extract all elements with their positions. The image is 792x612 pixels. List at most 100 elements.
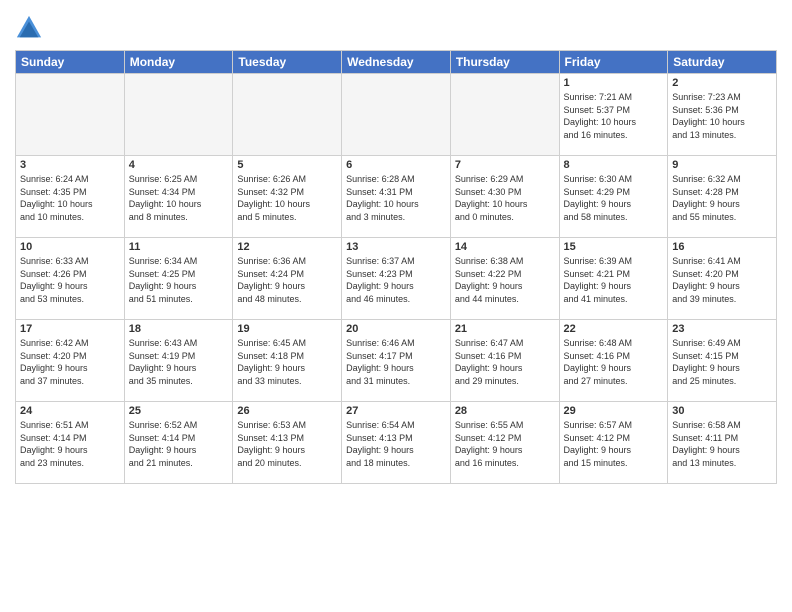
- day-info: Sunrise: 6:41 AMSunset: 4:20 PMDaylight:…: [672, 255, 772, 305]
- day-info: Sunrise: 6:34 AMSunset: 4:25 PMDaylight:…: [129, 255, 229, 305]
- day-info: Sunrise: 6:25 AMSunset: 4:34 PMDaylight:…: [129, 173, 229, 223]
- day-number: 16: [672, 241, 772, 253]
- calendar-cell: 23 Sunrise: 6:49 AMSunset: 4:15 PMDayligh…: [668, 320, 777, 402]
- day-info: Sunrise: 6:57 AMSunset: 4:12 PMDaylight:…: [564, 419, 664, 469]
- calendar-cell: 15 Sunrise: 6:39 AMSunset: 4:21 PMDayligh…: [559, 238, 668, 320]
- calendar-cell: 28Sunrise: 6:55 AMSunset: 4:12 PMDayligh…: [450, 402, 559, 484]
- calendar-cell: 24 Sunrise: 6:51 AMSunset: 4:14 PMDayligh…: [16, 402, 125, 484]
- calendar-cell: 8 Sunrise: 6:30 AMSunset: 4:29 PMDaylight…: [559, 156, 668, 238]
- day-number: 23: [672, 323, 772, 335]
- calendar-cell: 13 Sunrise: 6:37 AMSunset: 4:23 PMDayligh…: [342, 238, 451, 320]
- day-info: Sunrise: 6:54 AMSunset: 4:13 PMDaylight:…: [346, 419, 446, 469]
- day-info: Sunrise: 6:26 AMSunset: 4:32 PMDaylight:…: [237, 173, 337, 223]
- day-number: 5: [237, 159, 337, 171]
- day-number: 3: [20, 159, 120, 171]
- calendar: SundayMondayTuesdayWednesdayThursdayFrid…: [15, 50, 777, 484]
- calendar-cell: 14 Sunrise: 6:38 AMSunset: 4:22 PMDayligh…: [450, 238, 559, 320]
- calendar-week-4: 24 Sunrise: 6:51 AMSunset: 4:14 PMDayligh…: [16, 402, 777, 484]
- day-number: 25: [129, 405, 229, 417]
- calendar-header-row: SundayMondayTuesdayWednesdayThursdayFrid…: [16, 51, 777, 74]
- calendar-cell: 11 Sunrise: 6:34 AMSunset: 4:25 PMDayligh…: [124, 238, 233, 320]
- calendar-cell: 16 Sunrise: 6:41 AMSunset: 4:20 PMDayligh…: [668, 238, 777, 320]
- calendar-header-friday: Friday: [559, 51, 668, 74]
- calendar-cell: [124, 74, 233, 156]
- day-info: Sunrise: 6:30 AMSunset: 4:29 PMDaylight:…: [564, 173, 664, 223]
- page: SundayMondayTuesdayWednesdayThursdayFrid…: [0, 0, 792, 612]
- day-number: 11: [129, 241, 229, 253]
- calendar-cell: 10Sunrise: 6:33 AMSunset: 4:26 PMDayligh…: [16, 238, 125, 320]
- day-info: Sunrise: 6:33 AMSunset: 4:26 PMDaylight:…: [20, 255, 120, 305]
- calendar-header-monday: Monday: [124, 51, 233, 74]
- calendar-cell: [450, 74, 559, 156]
- day-number: 26: [237, 405, 337, 417]
- day-info: Sunrise: 6:46 AMSunset: 4:17 PMDaylight:…: [346, 337, 446, 387]
- day-number: 14: [455, 241, 555, 253]
- day-number: 2: [672, 77, 772, 89]
- day-number: 21: [455, 323, 555, 335]
- calendar-cell: 22 Sunrise: 6:48 AMSunset: 4:16 PMDayligh…: [559, 320, 668, 402]
- calendar-cell: 17 Sunrise: 6:42 AMSunset: 4:20 PMDayligh…: [16, 320, 125, 402]
- day-number: 17: [20, 323, 120, 335]
- calendar-header-saturday: Saturday: [668, 51, 777, 74]
- day-number: 13: [346, 241, 446, 253]
- day-info: Sunrise: 6:49 AMSunset: 4:15 PMDaylight:…: [672, 337, 772, 387]
- day-info: Sunrise: 6:43 AMSunset: 4:19 PMDaylight:…: [129, 337, 229, 387]
- day-info: Sunrise: 6:58 AMSunset: 4:11 PMDaylight:…: [672, 419, 772, 469]
- calendar-cell: 7 Sunrise: 6:29 AMSunset: 4:30 PMDaylight…: [450, 156, 559, 238]
- day-info: Sunrise: 6:29 AMSunset: 4:30 PMDaylight:…: [455, 173, 555, 223]
- day-info: Sunrise: 6:47 AMSunset: 4:16 PMDaylight:…: [455, 337, 555, 387]
- day-info: Sunrise: 6:48 AMSunset: 4:16 PMDaylight:…: [564, 337, 664, 387]
- logo: [15, 14, 47, 42]
- calendar-header-wednesday: Wednesday: [342, 51, 451, 74]
- calendar-week-2: 10Sunrise: 6:33 AMSunset: 4:26 PMDayligh…: [16, 238, 777, 320]
- day-info: Sunrise: 6:38 AMSunset: 4:22 PMDaylight:…: [455, 255, 555, 305]
- calendar-header-thursday: Thursday: [450, 51, 559, 74]
- calendar-cell: [233, 74, 342, 156]
- day-number: 9: [672, 159, 772, 171]
- day-number: 8: [564, 159, 664, 171]
- calendar-cell: [342, 74, 451, 156]
- day-number: 22: [564, 323, 664, 335]
- calendar-cell: 30 Sunrise: 6:58 AMSunset: 4:11 PMDayligh…: [668, 402, 777, 484]
- day-number: 6: [346, 159, 446, 171]
- calendar-header-sunday: Sunday: [16, 51, 125, 74]
- day-number: 30: [672, 405, 772, 417]
- day-info: Sunrise: 7:21 AMSunset: 5:37 PMDaylight:…: [564, 91, 664, 141]
- calendar-cell: 9 Sunrise: 6:32 AMSunset: 4:28 PMDaylight…: [668, 156, 777, 238]
- day-number: 19: [237, 323, 337, 335]
- calendar-cell: 1 Sunrise: 7:21 AMSunset: 5:37 PMDaylight…: [559, 74, 668, 156]
- logo-icon: [15, 14, 43, 42]
- calendar-cell: 5 Sunrise: 6:26 AMSunset: 4:32 PMDaylight…: [233, 156, 342, 238]
- calendar-cell: 18Sunrise: 6:43 AMSunset: 4:19 PMDayligh…: [124, 320, 233, 402]
- day-info: Sunrise: 6:36 AMSunset: 4:24 PMDaylight:…: [237, 255, 337, 305]
- day-number: 15: [564, 241, 664, 253]
- calendar-cell: 27 Sunrise: 6:54 AMSunset: 4:13 PMDayligh…: [342, 402, 451, 484]
- calendar-cell: 19Sunrise: 6:45 AMSunset: 4:18 PMDayligh…: [233, 320, 342, 402]
- day-info: Sunrise: 6:37 AMSunset: 4:23 PMDaylight:…: [346, 255, 446, 305]
- day-number: 20: [346, 323, 446, 335]
- day-number: 1: [564, 77, 664, 89]
- day-info: Sunrise: 6:55 AMSunset: 4:12 PMDaylight:…: [455, 419, 555, 469]
- calendar-cell: 12 Sunrise: 6:36 AMSunset: 4:24 PMDayligh…: [233, 238, 342, 320]
- day-info: Sunrise: 6:28 AMSunset: 4:31 PMDaylight:…: [346, 173, 446, 223]
- day-info: Sunrise: 6:51 AMSunset: 4:14 PMDaylight:…: [20, 419, 120, 469]
- calendar-cell: 3 Sunrise: 6:24 AMSunset: 4:35 PMDaylight…: [16, 156, 125, 238]
- day-info: Sunrise: 6:52 AMSunset: 4:14 PMDaylight:…: [129, 419, 229, 469]
- calendar-cell: 26Sunrise: 6:53 AMSunset: 4:13 PMDayligh…: [233, 402, 342, 484]
- calendar-cell: [16, 74, 125, 156]
- day-info: Sunrise: 6:42 AMSunset: 4:20 PMDaylight:…: [20, 337, 120, 387]
- calendar-cell: 29Sunrise: 6:57 AMSunset: 4:12 PMDayligh…: [559, 402, 668, 484]
- calendar-cell: 21 Sunrise: 6:47 AMSunset: 4:16 PMDayligh…: [450, 320, 559, 402]
- day-number: 12: [237, 241, 337, 253]
- day-number: 7: [455, 159, 555, 171]
- calendar-cell: 6 Sunrise: 6:28 AMSunset: 4:31 PMDaylight…: [342, 156, 451, 238]
- calendar-week-1: 3 Sunrise: 6:24 AMSunset: 4:35 PMDaylight…: [16, 156, 777, 238]
- day-number: 24: [20, 405, 120, 417]
- day-info: Sunrise: 6:32 AMSunset: 4:28 PMDaylight:…: [672, 173, 772, 223]
- day-info: Sunrise: 7:23 AMSunset: 5:36 PMDaylight:…: [672, 91, 772, 141]
- day-number: 27: [346, 405, 446, 417]
- calendar-cell: 4Sunrise: 6:25 AMSunset: 4:34 PMDaylight…: [124, 156, 233, 238]
- day-info: Sunrise: 6:24 AMSunset: 4:35 PMDaylight:…: [20, 173, 120, 223]
- day-info: Sunrise: 6:39 AMSunset: 4:21 PMDaylight:…: [564, 255, 664, 305]
- header: [15, 10, 777, 42]
